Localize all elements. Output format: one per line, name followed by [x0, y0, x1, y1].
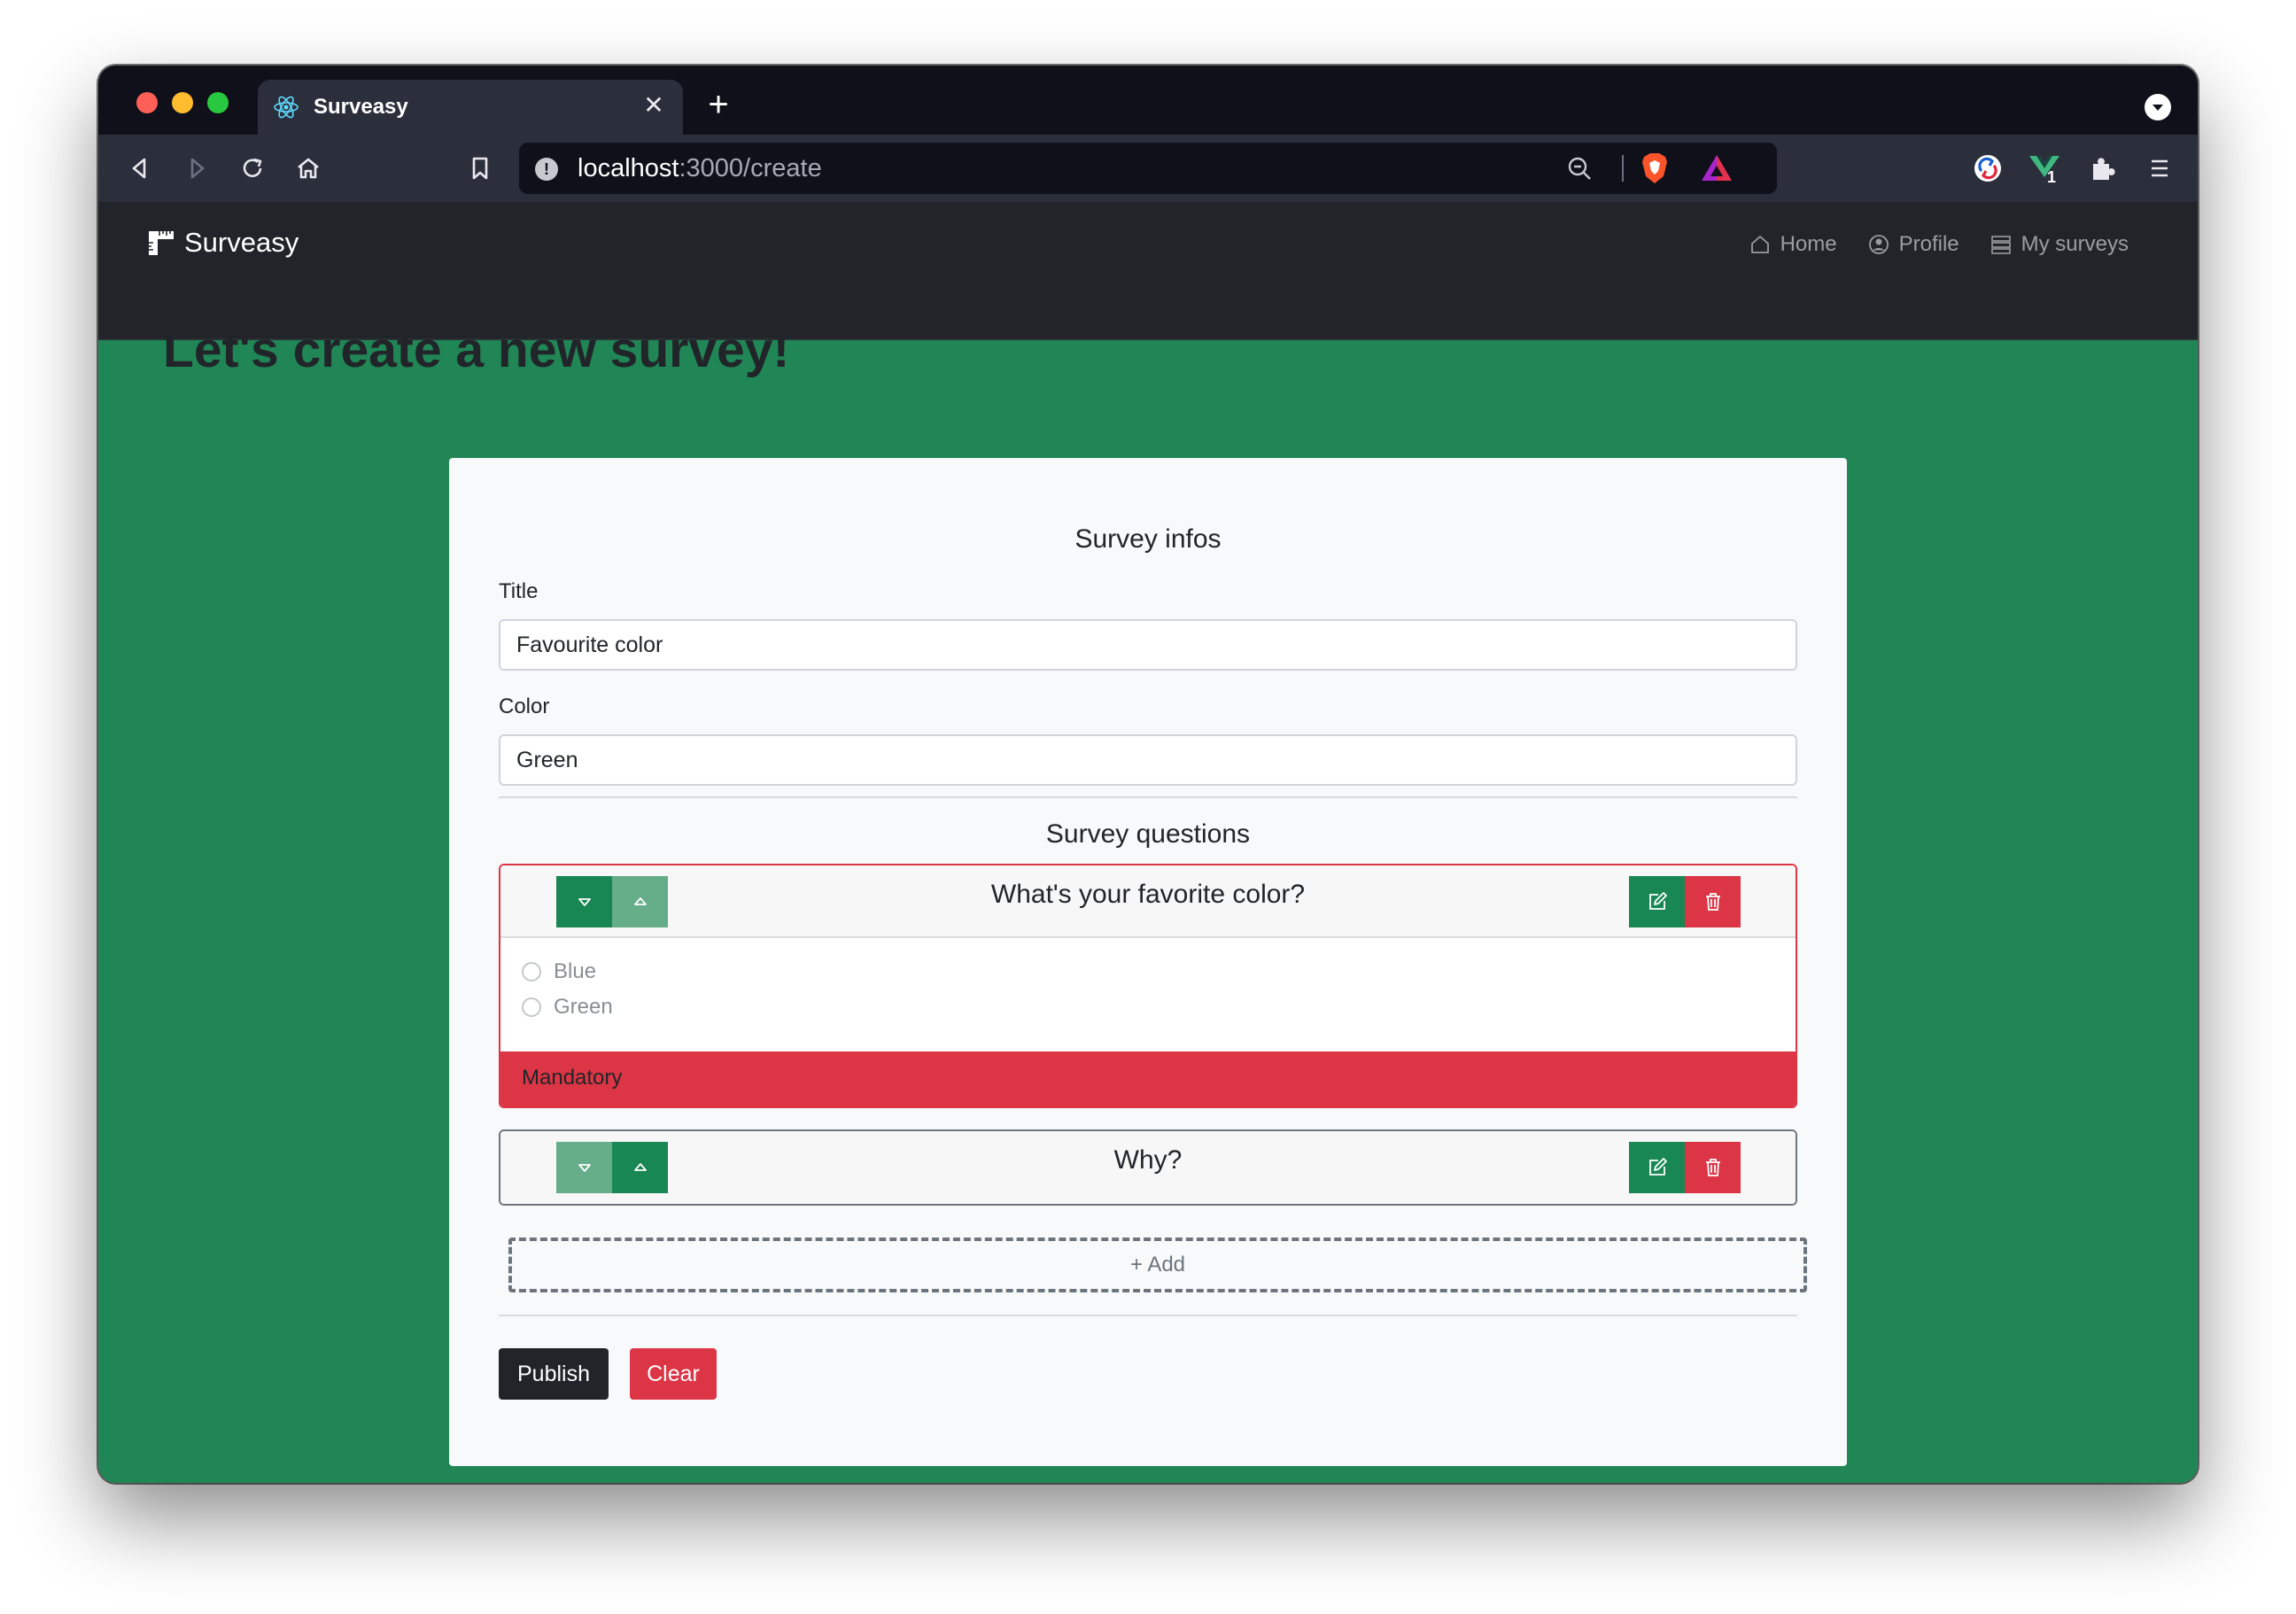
chevron-down-icon — [2152, 105, 2163, 111]
puzzle-icon[interactable] — [2086, 151, 2120, 185]
option-item[interactable]: Green — [522, 989, 613, 1025]
menu-icon[interactable] — [2143, 151, 2176, 185]
extension-icon-1[interactable] — [1971, 151, 2005, 185]
list-icon — [1990, 236, 2011, 254]
minimize-window-button[interactable] — [172, 92, 193, 113]
bookmark-icon[interactable] — [463, 151, 497, 185]
close-window-button[interactable] — [136, 92, 158, 113]
edit-icon — [1648, 892, 1667, 910]
brave-shield-icon[interactable] — [1640, 151, 1670, 185]
mandatory-footer: Mandatory — [500, 1051, 1796, 1106]
url-path: :3000/create — [679, 154, 822, 182]
survey-questions-heading: Survey questions — [1045, 819, 1251, 849]
maximize-window-button[interactable] — [207, 92, 229, 113]
reload-icon[interactable] — [236, 151, 269, 185]
address-bar[interactable]: ! localhost:3000/create — [519, 143, 1777, 194]
option-label: Blue — [554, 959, 597, 983]
trash-icon — [1705, 1159, 1720, 1176]
nav-my-surveys[interactable]: My surveys — [1990, 232, 2129, 257]
title-label: Title — [499, 579, 539, 603]
home-browser-icon[interactable] — [291, 151, 325, 185]
browser-tab[interactable]: Surveasy ✕ — [258, 80, 683, 135]
nav-profile[interactable]: Profile — [1867, 232, 1959, 257]
nav-profile-label: Profile — [1898, 232, 1959, 256]
survey-infos-heading: Survey infos — [1074, 524, 1222, 554]
nav-links: Home Profile My surveys — [1749, 227, 2129, 262]
radio-button[interactable] — [522, 997, 541, 1017]
question-title: What's your favorite color? — [990, 880, 1306, 909]
tab-title: Surveasy — [314, 95, 408, 119]
trash-icon — [1705, 893, 1720, 911]
clear-button[interactable]: Clear — [630, 1348, 717, 1400]
url-text: localhost:3000/create — [578, 154, 822, 183]
browser-toolbar: ! localhost:3000/create 1 — [98, 135, 2198, 202]
divider — [499, 796, 1797, 798]
vue-devtools-icon — [2029, 156, 2059, 177]
option-label: Green — [554, 995, 613, 1019]
publish-button[interactable]: Publish — [499, 1348, 609, 1400]
nav-my-surveys-label: My surveys — [2021, 232, 2129, 256]
add-question-button[interactable]: + Add — [508, 1238, 1807, 1292]
browser-window: Surveasy ✕ + ! localhost:3000/create 1 S… — [98, 66, 2198, 1483]
divider — [499, 1315, 1797, 1316]
edit-question-button[interactable] — [1629, 876, 1685, 927]
url-host: localhost — [578, 154, 679, 182]
title-input[interactable]: Favourite color — [499, 619, 1797, 671]
question-card: What's your favorite color? Blue Green M… — [499, 864, 1797, 1108]
question-title: Why? — [1113, 1145, 1183, 1175]
extension-badge: 1 — [2047, 168, 2057, 186]
tab-close-icon[interactable]: ✕ — [639, 90, 669, 120]
new-tab-button[interactable]: + — [701, 87, 736, 122]
color-label: Color — [499, 694, 550, 718]
tab-menu-button[interactable] — [2145, 94, 2171, 120]
color-input[interactable]: Green — [499, 734, 1797, 786]
brave-rewards-icon[interactable] — [1700, 153, 1734, 183]
nav-home-label: Home — [1780, 232, 1837, 256]
question-card: Why? — [499, 1129, 1797, 1206]
survey-form-card: Survey infos Title Favourite color Color… — [449, 458, 1847, 1466]
extension-2[interactable]: 1 — [2028, 151, 2067, 188]
zoom-icon[interactable] — [1564, 153, 1594, 183]
question-header: Why? — [500, 1131, 1796, 1204]
back-icon[interactable] — [123, 151, 157, 185]
edit-icon — [1648, 1158, 1667, 1176]
address-separator — [1622, 155, 1624, 182]
main-content: Let's create a new survey! Survey infos … — [98, 275, 2198, 1483]
edit-question-button[interactable] — [1629, 1142, 1685, 1193]
question-options: Blue Green — [522, 954, 613, 1025]
question-header: What's your favorite color? — [500, 865, 1796, 938]
site-info-icon[interactable]: ! — [535, 158, 558, 181]
brand-name: Surveasy — [184, 227, 299, 258]
ruler-icon — [149, 231, 174, 255]
home-icon — [1750, 236, 1769, 253]
react-icon — [274, 96, 299, 119]
delete-question-button[interactable] — [1685, 876, 1741, 927]
nav-home[interactable]: Home — [1749, 232, 1837, 257]
option-item[interactable]: Blue — [522, 954, 613, 989]
forward-icon[interactable] — [180, 151, 213, 185]
page-title: Let's create a new survey! — [163, 322, 790, 378]
delete-question-button[interactable] — [1685, 1142, 1741, 1193]
radio-button[interactable] — [522, 962, 541, 982]
tab-strip: Surveasy ✕ + — [98, 66, 2198, 135]
profile-icon — [1868, 235, 1889, 254]
